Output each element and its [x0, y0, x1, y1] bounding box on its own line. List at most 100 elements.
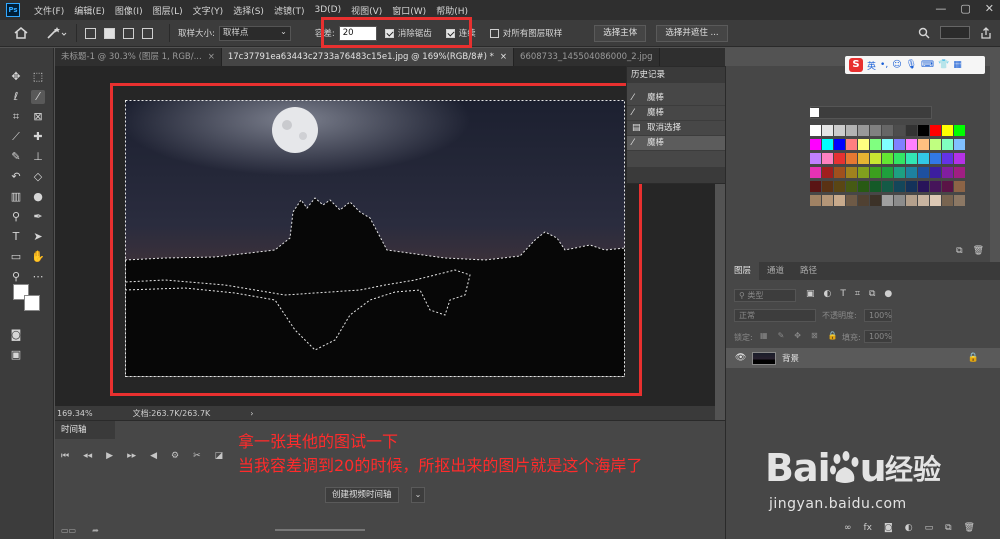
gradient-tool-icon[interactable]: ▥	[9, 190, 23, 204]
minimize-button[interactable]: —	[935, 2, 946, 15]
recent-swatch[interactable]	[810, 108, 819, 117]
color-swatch[interactable]	[822, 195, 833, 206]
rectangle-tool-icon[interactable]: ▭	[9, 250, 23, 264]
color-swatch[interactable]	[870, 195, 881, 206]
filter-shape-icon[interactable]: ⌗	[855, 289, 860, 299]
magic-wand-tool-icon[interactable]: ⁄	[31, 90, 45, 104]
type-tool-icon[interactable]: T	[9, 230, 23, 244]
filter-adjustment-icon[interactable]: ◐	[824, 289, 832, 299]
ime-emoji-icon[interactable]: ☺	[892, 60, 901, 70]
color-swatch[interactable]	[822, 167, 833, 178]
eraser-tool-icon[interactable]: ◇	[31, 170, 45, 184]
eyedropper-tool-icon[interactable]: ⟋	[9, 130, 23, 144]
color-swatch[interactable]	[942, 195, 953, 206]
new-adjustment-layer-icon[interactable]: ◐	[905, 523, 913, 533]
color-swatch[interactable]	[846, 125, 857, 136]
color-swatch[interactable]	[846, 181, 857, 192]
sample-size-select[interactable]: 取样点	[218, 25, 291, 41]
color-swatch[interactable]	[894, 139, 905, 150]
menu-help[interactable]: 帮助(H)	[436, 4, 468, 17]
filter-type-icon[interactable]: T	[840, 289, 846, 299]
color-swatch[interactable]	[942, 125, 953, 136]
color-swatch[interactable]	[870, 153, 881, 164]
color-swatch[interactable]	[930, 125, 941, 136]
color-swatch[interactable]	[834, 167, 845, 178]
settings-icon[interactable]: ⚙	[171, 451, 179, 461]
lock-position-icon[interactable]: ✥	[794, 331, 801, 340]
tab-active-document[interactable]: 17c37791ea63443c2733a76483c15e1.jpg @ 16…	[221, 48, 515, 66]
color-swatch[interactable]	[930, 167, 941, 178]
eye-icon[interactable]: 👁	[735, 353, 746, 363]
color-swatch[interactable]	[822, 181, 833, 192]
go-to-first-frame-icon[interactable]: ⏮	[61, 451, 69, 461]
color-swatch[interactable]	[846, 195, 857, 206]
color-swatch[interactable]	[894, 195, 905, 206]
menu-view[interactable]: 视图(V)	[351, 4, 382, 17]
tab-paths[interactable]: 路径	[792, 262, 825, 280]
new-layer-icon[interactable]: ⧉	[945, 523, 951, 533]
ime-mode[interactable]: 英	[867, 59, 876, 72]
move-tool-icon[interactable]: ✥	[9, 70, 23, 84]
color-swatch[interactable]	[858, 125, 869, 136]
zoom-level[interactable]: 169.34%	[57, 409, 93, 418]
color-swatch[interactable]	[930, 195, 941, 206]
color-swatch[interactable]	[834, 125, 845, 136]
color-swatch[interactable]	[918, 167, 929, 178]
close-window-button[interactable]: ✕	[985, 2, 994, 15]
color-swatch[interactable]	[930, 181, 941, 192]
menu-3d[interactable]: 3D(D)	[314, 5, 341, 15]
previous-frame-icon[interactable]: ◂◂	[83, 451, 92, 461]
color-swatch[interactable]	[954, 167, 965, 178]
pen-tool-icon[interactable]: ✒	[31, 210, 45, 224]
close-icon[interactable]: ×	[500, 48, 507, 66]
menu-layer[interactable]: 图层(L)	[153, 4, 183, 17]
color-swatch[interactable]	[822, 153, 833, 164]
color-swatch[interactable]	[942, 153, 953, 164]
color-swatch[interactable]	[870, 125, 881, 136]
color-swatch[interactable]	[942, 181, 953, 192]
color-swatch[interactable]	[894, 181, 905, 192]
more-tools-icon[interactable]: ⋯	[31, 270, 45, 284]
ime-keyboard-icon[interactable]: ⌨	[921, 60, 934, 70]
new-group-icon[interactable]: ▭	[925, 523, 934, 533]
frame-tool-icon[interactable]: ⊠	[31, 110, 45, 124]
healing-brush-tool-icon[interactable]: ✚	[31, 130, 45, 144]
color-swatch[interactable]	[906, 167, 917, 178]
color-swatch[interactable]	[870, 167, 881, 178]
color-swatch[interactable]	[834, 195, 845, 206]
audio-icon[interactable]: ◀	[150, 451, 157, 461]
color-swatch[interactable]	[810, 153, 821, 164]
color-swatch[interactable]	[870, 139, 881, 150]
color-swatch[interactable]	[942, 139, 953, 150]
tab-other-document[interactable]: 6608733_145504086000_2.jpg	[514, 48, 660, 66]
fill-input[interactable]: 100%	[864, 330, 892, 343]
color-swatch[interactable]	[858, 167, 869, 178]
color-swatch[interactable]	[822, 139, 833, 150]
menu-filter[interactable]: 滤镜(T)	[274, 4, 305, 17]
color-swatch[interactable]	[942, 167, 953, 178]
lock-transparent-icon[interactable]: ▦	[760, 331, 768, 340]
split-icon[interactable]: ✂	[193, 451, 201, 461]
link-layers-icon[interactable]: ∞	[844, 523, 852, 533]
color-swatch[interactable]	[918, 181, 929, 192]
quick-mask-icon[interactable]: ◙	[9, 328, 23, 342]
color-swatch[interactable]	[882, 167, 893, 178]
color-swatch[interactable]	[882, 153, 893, 164]
color-swatch[interactable]	[834, 139, 845, 150]
create-video-timeline-button[interactable]: 创建视频时间轴	[325, 487, 399, 503]
color-swatch[interactable]	[810, 181, 821, 192]
color-swatch[interactable]	[882, 125, 893, 136]
blend-mode-select[interactable]: 正常	[734, 309, 816, 322]
marquee-tool-icon[interactable]: ⬚	[31, 70, 45, 84]
zoom-tool-icon[interactable]: ⚲	[9, 270, 23, 284]
color-swatch[interactable]	[882, 195, 893, 206]
select-subject-button[interactable]: 选择主体	[594, 24, 647, 42]
color-swatch[interactable]	[894, 153, 905, 164]
layer-style-icon[interactable]: fx	[864, 523, 873, 533]
menu-image[interactable]: 图像(I)	[115, 4, 143, 17]
ime-skin-icon[interactable]: 👕	[938, 60, 949, 70]
search-icon[interactable]	[918, 27, 930, 39]
menu-type[interactable]: 文字(Y)	[193, 4, 224, 17]
new-selection-icon[interactable]	[85, 27, 96, 39]
color-swatch[interactable]	[918, 125, 929, 136]
